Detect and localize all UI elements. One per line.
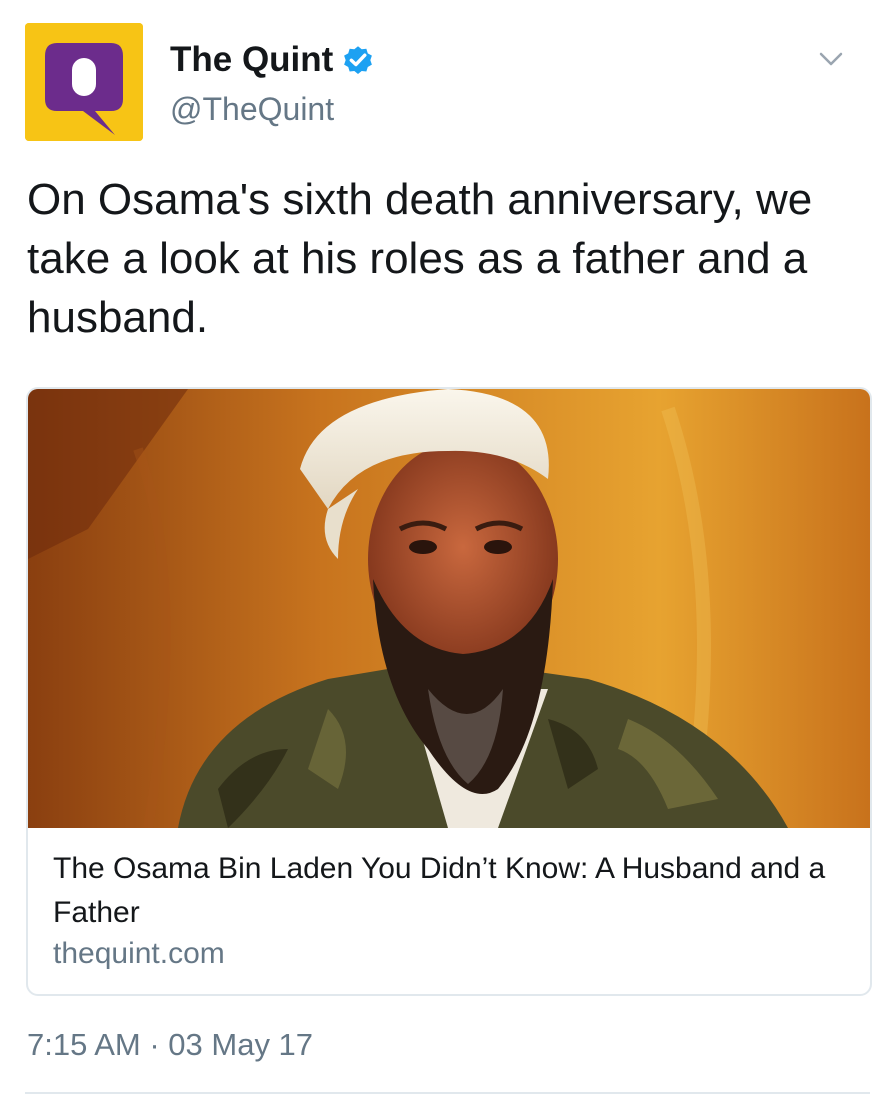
card-domain: thequint.com [53, 937, 225, 970]
display-name[interactable]: The Quint [170, 40, 375, 80]
tweet-timestamp[interactable]: 7:15 AM · 03 May 17 [27, 1027, 313, 1063]
card-image[interactable] [28, 389, 870, 828]
user-handle[interactable]: @TheQuint [170, 91, 334, 128]
verified-badge-icon [344, 46, 373, 75]
card-title[interactable]: The Osama Bin Laden You Didn’t Know: A H… [53, 847, 853, 935]
display-name-text[interactable]: The Quint [170, 40, 333, 80]
tweet-text: On Osama's sixth death anniversary, we t… [27, 175, 813, 342]
link-card[interactable]: The Osama Bin Laden You Didn’t Know: A H… [26, 387, 872, 996]
tweet-container: The Quint @TheQuint On Osama's sixth dea… [0, 0, 896, 1094]
chevron-down-icon[interactable] [816, 44, 846, 74]
quint-q-logo-icon [25, 23, 143, 141]
avatar[interactable] [25, 23, 143, 141]
